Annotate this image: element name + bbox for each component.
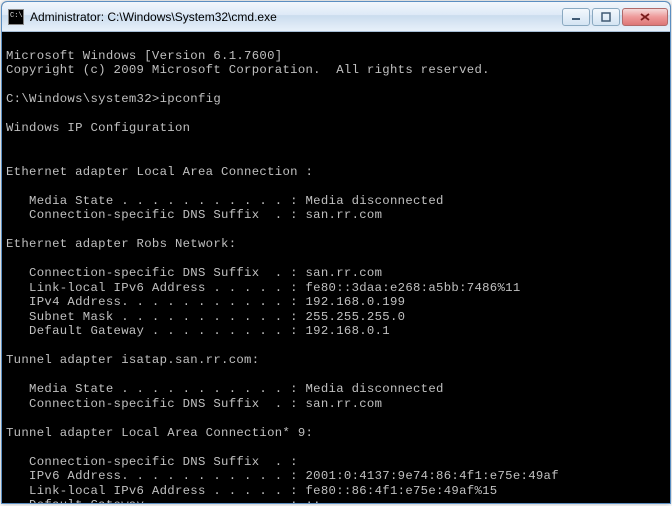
output-line: Media State . . . . . . . . . . . : Medi…: [6, 382, 444, 396]
window-controls: [562, 8, 668, 26]
output-line: IPv6 Address. . . . . . . . . . . : 2001…: [6, 469, 559, 483]
blank-line: [6, 179, 14, 193]
titlebar[interactable]: Administrator: C:\Windows\System32\cmd.e…: [2, 2, 670, 32]
output-line: Default Gateway . . . . . . . . . : 192.…: [6, 324, 390, 338]
section-heading: Windows IP Configuration: [6, 121, 190, 135]
prompt-line: C:\Windows\system32>ipconfig: [6, 92, 221, 106]
output-line: Link-local IPv6 Address . . . . . : fe80…: [6, 281, 521, 295]
blank-line: [6, 223, 14, 237]
output-line: Connection-specific DNS Suffix . : san.r…: [6, 397, 382, 411]
blank-line: [6, 440, 14, 454]
blank-line: [6, 150, 14, 164]
output-line: Subnet Mask . . . . . . . . . . . : 255.…: [6, 310, 405, 324]
blank-line: [6, 107, 14, 121]
output-line: Default Gateway . . . . . . . . . : ::: [6, 498, 321, 503]
adapter-title: Tunnel adapter isatap.san.rr.com:: [6, 353, 259, 367]
adapter-title: Ethernet adapter Robs Network:: [6, 237, 236, 251]
adapter-title: Ethernet adapter Local Area Connection :: [6, 165, 313, 179]
adapter-title: Tunnel adapter Local Area Connection* 9:: [6, 426, 313, 440]
blank-line: [6, 78, 14, 92]
banner-line: Microsoft Windows [Version 6.1.7600]: [6, 49, 282, 63]
output-line: Connection-specific DNS Suffix . :: [6, 455, 298, 469]
minimize-button[interactable]: [562, 8, 590, 26]
cmd-window: Administrator: C:\Windows\System32\cmd.e…: [1, 1, 671, 504]
cmd-icon: [8, 9, 24, 25]
output-line: Connection-specific DNS Suffix . : san.r…: [6, 266, 382, 280]
maximize-button[interactable]: [592, 8, 620, 26]
output-line: Media State . . . . . . . . . . . : Medi…: [6, 194, 444, 208]
blank-line: [6, 252, 14, 266]
blank-line: [6, 368, 14, 382]
window-title: Administrator: C:\Windows\System32\cmd.e…: [30, 10, 562, 24]
minimize-icon: [571, 12, 581, 22]
terminal-area[interactable]: Microsoft Windows [Version 6.1.7600] Cop…: [2, 32, 670, 503]
maximize-icon: [601, 12, 611, 22]
blank-line: [6, 411, 14, 425]
blank-line: [6, 339, 14, 353]
output-line: Link-local IPv6 Address . . . . . : fe80…: [6, 484, 497, 498]
close-button[interactable]: [622, 8, 668, 26]
output-line: Connection-specific DNS Suffix . : san.r…: [6, 208, 382, 222]
copyright-line: Copyright (c) 2009 Microsoft Corporation…: [6, 63, 490, 77]
output-line: IPv4 Address. . . . . . . . . . . : 192.…: [6, 295, 405, 309]
close-icon: [639, 12, 651, 22]
blank-line: [6, 136, 14, 150]
